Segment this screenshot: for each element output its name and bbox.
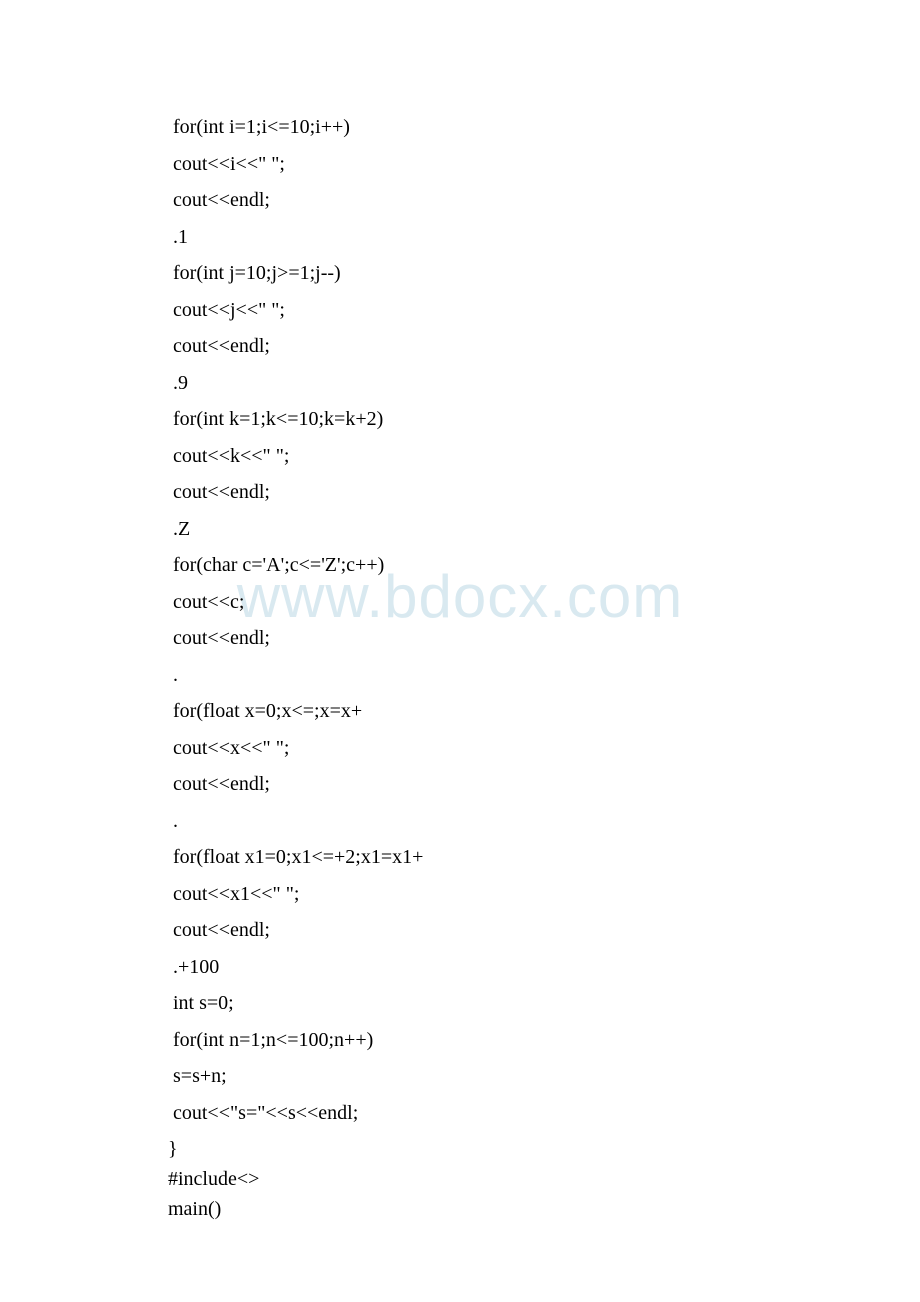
code-line: main()	[168, 1199, 920, 1219]
code-line: for(float x1=0;x1<=+2;x1=x1+	[168, 847, 920, 867]
document-content: for(int i=1;i<=10;i++) cout<<i<<" "; cou…	[0, 0, 920, 1219]
code-line: cout<<endl;	[168, 774, 920, 794]
code-line: .	[168, 665, 920, 685]
code-line: cout<<c;	[168, 592, 920, 612]
code-line: .+100	[168, 957, 920, 977]
code-line: cout<<endl;	[168, 336, 920, 356]
code-line: .	[168, 811, 920, 831]
code-line: s=s+n;	[168, 1066, 920, 1086]
code-line: cout<<x<<" ";	[168, 738, 920, 758]
code-line: cout<<k<<" ";	[168, 446, 920, 466]
code-line: cout<<endl;	[168, 482, 920, 502]
code-line: cout<<x1<<" ";	[168, 884, 920, 904]
code-line: .1	[168, 227, 920, 247]
code-line: cout<<endl;	[168, 628, 920, 648]
code-line: for(int n=1;n<=100;n++)	[168, 1030, 920, 1050]
code-line: for(char c='A';c<='Z';c++)	[168, 555, 920, 575]
code-line: for(int k=1;k<=10;k=k+2)	[168, 409, 920, 429]
code-line: cout<<endl;	[168, 920, 920, 940]
code-line: cout<<j<<" ";	[168, 300, 920, 320]
code-line: for(int i=1;i<=10;i++)	[168, 117, 920, 137]
code-line: #include<>	[168, 1169, 920, 1189]
code-line: }	[168, 1139, 920, 1159]
code-line: .Z	[168, 519, 920, 539]
code-line: .9	[168, 373, 920, 393]
code-line: cout<<i<<" ";	[168, 154, 920, 174]
code-line: for(int j=10;j>=1;j--)	[168, 263, 920, 283]
code-line: for(float x=0;x<=;x=x+	[168, 701, 920, 721]
code-line: cout<<"s="<<s<<endl;	[168, 1103, 920, 1123]
code-line: cout<<endl;	[168, 190, 920, 210]
code-line: int s=0;	[168, 993, 920, 1013]
